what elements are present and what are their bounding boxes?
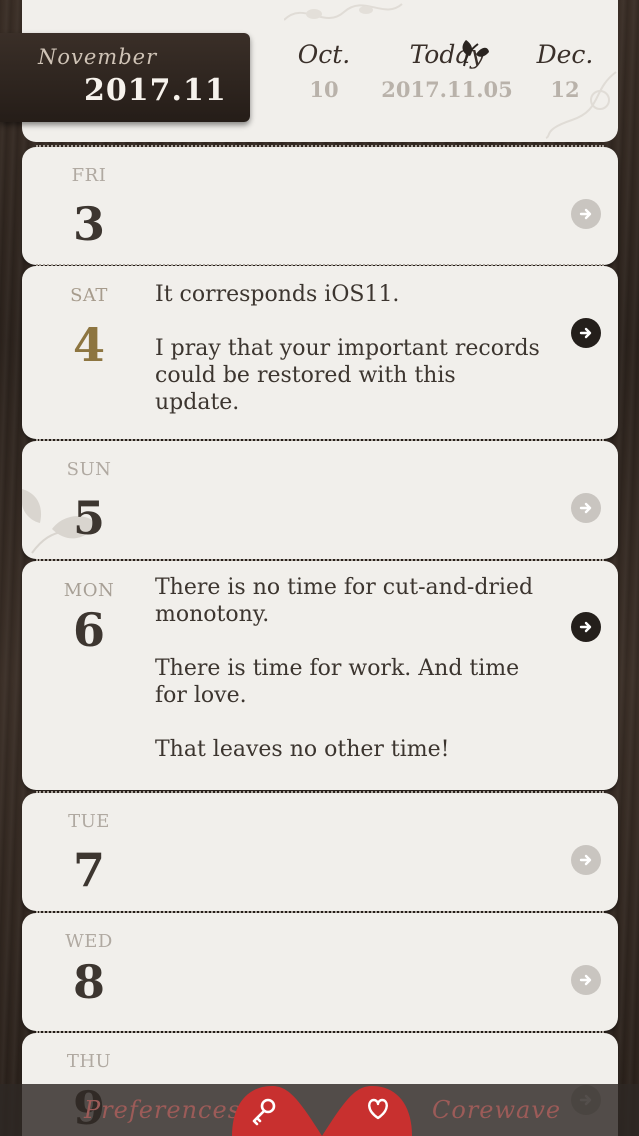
key-icon[interactable] xyxy=(228,1084,324,1136)
prev-month-button[interactable]: Oct. 10 xyxy=(286,40,362,102)
day-number: 5 xyxy=(72,491,105,545)
next-month-value: 12 xyxy=(550,77,580,102)
today-button[interactable]: Today 2017.11.05 xyxy=(372,40,522,102)
note-line: It corresponds iOS11. xyxy=(155,282,400,307)
day-number: 7 xyxy=(72,843,105,897)
month-year: 2017.11 xyxy=(84,73,227,108)
day-number: 8 xyxy=(72,955,105,1009)
note-line: There is no time for cut-and-dried monot… xyxy=(155,575,534,627)
arrow-right-circle-icon[interactable] xyxy=(571,199,601,229)
vine-ornament-icon xyxy=(284,3,403,21)
day-row-5[interactable]: SUN 5 xyxy=(22,439,618,559)
day-row-4[interactable]: SAT 4 It corresponds iOS11. I pray that … xyxy=(22,264,618,439)
heart-icon[interactable] xyxy=(320,1084,416,1136)
day-row-7[interactable]: TUE 7 xyxy=(22,791,618,911)
day-of-week: WED xyxy=(65,931,113,952)
current-month-tag: November 2017.11 xyxy=(0,33,250,122)
bottom-toolbar: Preferences Corewave xyxy=(0,1084,639,1136)
day-of-week: THU xyxy=(66,1051,112,1072)
today-date: 2017.11.05 xyxy=(381,77,513,102)
note-line: That leaves no other time! xyxy=(155,737,450,762)
note-line: There is time for work. And time for lov… xyxy=(155,656,520,708)
prev-month-value: 10 xyxy=(309,77,339,102)
arrow-right-circle-icon[interactable] xyxy=(571,965,601,995)
preferences-link[interactable]: Preferences xyxy=(84,1096,241,1124)
month-name: November xyxy=(38,45,158,69)
note-line: I pray that your important records could… xyxy=(155,336,540,415)
arrow-right-circle-icon[interactable] xyxy=(571,318,601,348)
day-number: 3 xyxy=(72,197,105,251)
day-number: 6 xyxy=(72,603,105,657)
arrow-right-circle-icon[interactable] xyxy=(571,845,601,875)
day-note: It corresponds iOS11. I pray that your i… xyxy=(155,281,545,416)
day-number: 4 xyxy=(72,318,105,372)
next-month-label: Dec. xyxy=(536,40,594,69)
today-label: Today xyxy=(409,40,485,69)
day-note: There is no time for cut-and-dried monot… xyxy=(155,574,545,763)
day-row-6[interactable]: MON 6 There is no time for cut-and-dried… xyxy=(22,559,618,790)
day-of-week: SUN xyxy=(66,459,112,480)
day-of-week: SAT xyxy=(70,285,108,306)
leaf-icon xyxy=(462,40,489,67)
next-month-button[interactable]: Dec. 12 xyxy=(530,40,600,102)
day-row-8[interactable]: WED 8 xyxy=(22,911,618,1031)
day-of-week: TUE xyxy=(68,811,110,832)
corewave-link[interactable]: Corewave xyxy=(432,1096,561,1124)
arrow-right-circle-icon[interactable] xyxy=(571,493,601,523)
day-of-week: FRI xyxy=(71,165,107,186)
prev-month-label: Oct. xyxy=(297,40,351,69)
day-of-week: MON xyxy=(63,580,115,601)
day-row-3[interactable]: FRI 3 xyxy=(22,145,618,265)
arrow-right-circle-icon[interactable] xyxy=(571,612,601,642)
